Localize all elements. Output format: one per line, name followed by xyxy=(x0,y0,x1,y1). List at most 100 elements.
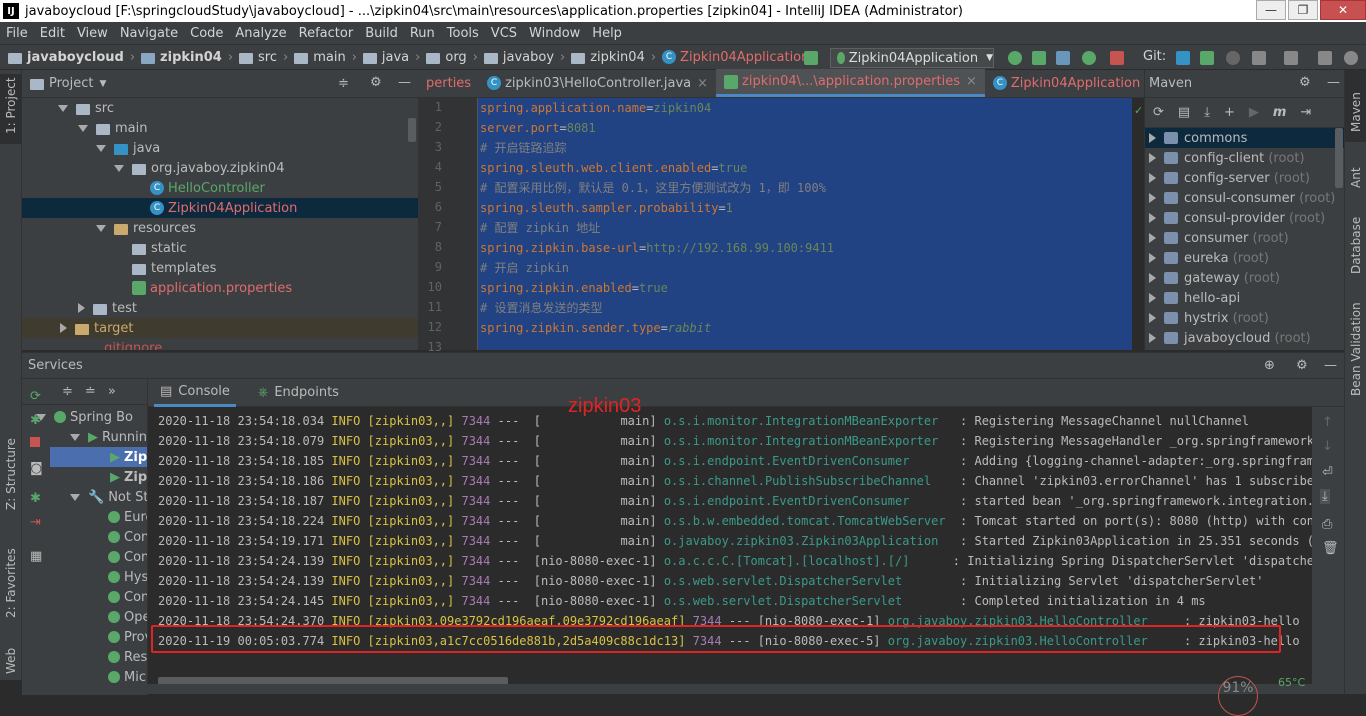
menu-vcs[interactable]: VCS xyxy=(491,26,517,41)
service-group-spring-boot[interactable]: Spring Bo xyxy=(36,407,133,427)
gear-icon[interactable]: ⚙ xyxy=(1299,75,1311,90)
service-item[interactable]: Con xyxy=(108,587,147,607)
download-icon[interactable]: ⤓ xyxy=(1204,105,1210,120)
service-item-zipkin03[interactable]: ▶ Zip xyxy=(50,447,147,467)
tree-item-hellocontroller[interactable]: C HelloController xyxy=(22,178,418,198)
chevron-down-icon[interactable]: ▼ xyxy=(99,79,106,89)
maven-project-item[interactable]: config-client (root) xyxy=(1145,148,1345,168)
search-everywhere-icon[interactable] xyxy=(1344,51,1358,65)
tab-zipkin03-hellocontroller[interactable]: Czipkin03\HelloController.java × xyxy=(479,69,716,97)
menu-window[interactable]: Window xyxy=(529,26,580,41)
service-item[interactable]: Prov xyxy=(108,627,147,647)
collapse-all-icon[interactable]: ≐ xyxy=(85,384,96,399)
expand-all-icon[interactable]: ≑ xyxy=(62,384,73,399)
maven-project-item[interactable]: commons xyxy=(1145,128,1345,148)
generate-sources-icon[interactable]: ▤ xyxy=(1178,105,1190,120)
menu-analyze[interactable]: Analyze xyxy=(235,26,286,41)
menu-build[interactable]: Build xyxy=(365,26,398,41)
menu-view[interactable]: View xyxy=(77,26,108,41)
menu-navigate[interactable]: Navigate xyxy=(120,26,178,41)
scrollbar[interactable] xyxy=(1335,128,1343,188)
maven-project-item[interactable]: hystrix (root) xyxy=(1145,308,1345,328)
close-tab-icon[interactable]: × xyxy=(697,76,708,91)
menu-help[interactable]: Help xyxy=(592,26,622,41)
gear-icon[interactable]: ⚙ xyxy=(1296,358,1308,373)
stop-icon[interactable] xyxy=(30,437,40,447)
maven-project-item[interactable]: hello-api xyxy=(1145,288,1345,308)
tab-properties-truncated[interactable]: perties xyxy=(418,69,479,97)
add-icon[interactable]: + xyxy=(1224,105,1235,120)
gear-icon[interactable]: ⚙ xyxy=(370,75,382,90)
hide-icon[interactable]: — xyxy=(398,75,411,90)
service-item[interactable]: Eure xyxy=(108,507,147,527)
coverage-icon[interactable] xyxy=(1056,51,1070,65)
breadcrumb-javaboy[interactable]: javaboy › xyxy=(483,50,565,65)
menu-refactor[interactable]: Refactor xyxy=(299,26,354,41)
service-item[interactable]: Ope xyxy=(108,607,147,627)
breadcrumb-zipkin04[interactable]: zipkin04 › xyxy=(571,50,656,65)
service-item[interactable]: Con xyxy=(108,547,147,567)
git-commit-icon[interactable] xyxy=(1200,51,1214,65)
layout-icon[interactable] xyxy=(1318,51,1332,65)
database-tool-button[interactable]: Database xyxy=(1349,217,1363,274)
down-icon[interactable]: ↓ xyxy=(1322,439,1333,454)
ant-tool-button[interactable]: Ant xyxy=(1349,167,1363,188)
console-log[interactable]: 2020-11-18 23:54:18.034 INFO [zipkin03,,… xyxy=(148,407,1312,695)
maven-tool-button[interactable]: Maven xyxy=(1349,92,1363,132)
camera-icon[interactable]: ◙ xyxy=(30,461,43,476)
hide-icon[interactable]: — xyxy=(1327,75,1340,90)
service-item[interactable]: Con xyxy=(108,527,147,547)
service-item-zipkin04[interactable]: ▶ Zip xyxy=(110,467,147,487)
toggle-offline-icon[interactable]: ⇥ xyxy=(1300,105,1311,120)
run-configuration-select[interactable]: Zipkin04Application ▼ xyxy=(830,48,994,68)
maven-m-icon[interactable]: m xyxy=(1273,105,1287,120)
breadcrumb-project[interactable]: javaboycloud › xyxy=(8,50,135,65)
tree-item-src[interactable]: src xyxy=(22,98,418,118)
web-tool-button[interactable]: Web xyxy=(4,648,18,674)
menu-file[interactable]: File xyxy=(6,26,28,41)
tree-item-resources[interactable]: resources xyxy=(22,218,418,238)
up-icon[interactable]: ↑ xyxy=(1322,415,1333,430)
maven-project-item[interactable]: config-server (root) xyxy=(1145,168,1345,188)
exit-icon[interactable]: ⇥ xyxy=(30,515,41,530)
code-area[interactable]: spring.application.name=zipkin04 server.p… xyxy=(478,98,1132,350)
project-structure-icon[interactable] xyxy=(1284,51,1298,65)
tree-item-templates[interactable]: templates xyxy=(22,258,418,278)
service-item[interactable]: Res xyxy=(108,647,147,667)
breadcrumb-module[interactable]: zipkin04 › xyxy=(141,50,233,65)
deploy-icon[interactable]: ✱ xyxy=(30,491,41,506)
breadcrumb-class[interactable]: C Zipkin04Application xyxy=(662,50,809,65)
favorites-tool-button[interactable]: 2: Favorites xyxy=(4,548,18,618)
rerun-icon[interactable] xyxy=(1008,51,1022,65)
maven-project-item[interactable]: consul-provider (root) xyxy=(1145,208,1345,228)
print-icon[interactable]: ⎙ xyxy=(1322,517,1332,532)
build-hammer-icon[interactable] xyxy=(804,51,818,65)
tree-item-static[interactable]: static xyxy=(22,238,418,258)
run-icon[interactable]: ▶ xyxy=(1249,105,1259,120)
git-update-icon[interactable] xyxy=(1176,51,1190,65)
maven-project-item[interactable]: consul-consumer (root) xyxy=(1145,188,1345,208)
service-group-not-started[interactable]: 🔧Not Sta xyxy=(70,487,147,507)
reload-icon[interactable]: ⟳ xyxy=(1153,105,1164,120)
tab-zipkin04-application-properties[interactable]: zipkin04\...\application.properties × xyxy=(716,69,985,97)
history-icon[interactable] xyxy=(1226,51,1240,65)
debug-icon[interactable]: ✱ xyxy=(30,413,41,428)
project-panel-title[interactable]: Project xyxy=(49,76,93,91)
menu-code[interactable]: Code xyxy=(190,26,223,41)
scrollbar[interactable] xyxy=(408,118,416,142)
tab-console[interactable]: ▤ Console xyxy=(154,379,236,407)
maven-project-item[interactable]: javaboycloud (root) xyxy=(1145,328,1345,348)
breadcrumb-main[interactable]: main › xyxy=(294,50,357,65)
debug-icon[interactable] xyxy=(1032,51,1046,65)
minimize-button[interactable]: — xyxy=(1256,0,1286,20)
service-item[interactable]: Hys xyxy=(108,567,147,587)
menu-edit[interactable]: Edit xyxy=(40,26,65,41)
breadcrumb-src[interactable]: src › xyxy=(239,50,288,65)
collapse-all-icon[interactable]: ≑ xyxy=(338,76,349,91)
restore-button[interactable]: ❐ xyxy=(1288,0,1318,20)
tree-item-package[interactable]: org.javaboy.zipkin04 xyxy=(22,158,418,178)
editor-scrollbar[interactable]: ✓ xyxy=(1132,98,1144,350)
tree-item-java[interactable]: java xyxy=(22,138,418,158)
layout-icon[interactable]: ▦ xyxy=(30,549,42,564)
profile-icon[interactable] xyxy=(1082,51,1096,65)
